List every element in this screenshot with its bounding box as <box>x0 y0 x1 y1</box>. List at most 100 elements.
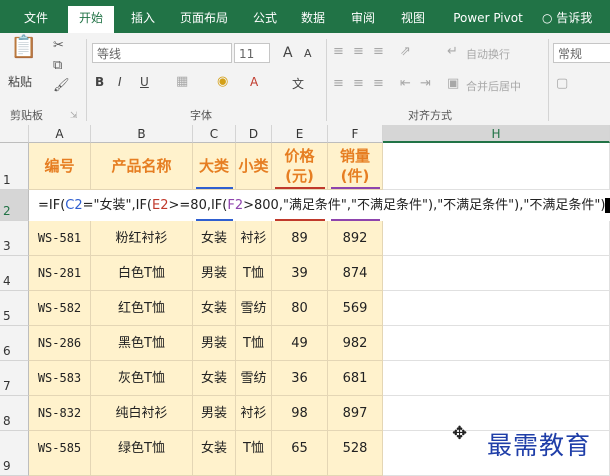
align-right-icon[interactable]: ≡ <box>373 77 384 91</box>
tab-file[interactable]: 文件 <box>18 8 54 33</box>
id-cell[interactable]: WS-583 <box>29 361 91 396</box>
row-header-7[interactable]: 7 <box>0 361 29 396</box>
font-color-button[interactable]: A <box>250 75 258 89</box>
subcategory-cell[interactable]: T恤 <box>236 256 272 291</box>
price-cell[interactable]: 49 <box>272 326 328 361</box>
row-header-8[interactable]: 8 <box>0 396 29 431</box>
font-size-select[interactable]: 11 <box>234 43 270 63</box>
subcategory-cell[interactable]: T恤 <box>236 431 272 476</box>
row-header-4[interactable]: 4 <box>0 256 29 291</box>
number-format-select[interactable]: 常规 <box>553 43 610 63</box>
tab-power-pivot[interactable]: Power Pivot <box>446 8 530 33</box>
sales-cell[interactable]: 681 <box>328 361 383 396</box>
tell-me-search[interactable]: ○ 告诉我 <box>542 8 610 33</box>
border-icon[interactable]: ▦ <box>176 75 188 89</box>
underline-button[interactable]: U <box>140 75 149 89</box>
price-cell[interactable]: 80 <box>272 291 328 326</box>
paste-icon[interactable]: 📋 <box>10 37 37 59</box>
id-cell[interactable]: NS-286 <box>29 326 91 361</box>
align-left-icon[interactable]: ≡ <box>333 77 344 91</box>
tab-view[interactable]: 视图 <box>395 8 431 33</box>
grow-font-button[interactable]: A <box>283 45 293 61</box>
col-header-b[interactable]: B <box>91 125 193 143</box>
merge-center-button[interactable]: 合并后居中 <box>466 78 521 94</box>
row-header-1[interactable]: 1 <box>0 143 29 190</box>
subcategory-cell[interactable]: 衬衫 <box>236 396 272 431</box>
empty-cell[interactable] <box>383 221 610 256</box>
id-cell[interactable]: NS-281 <box>29 256 91 291</box>
price-cell[interactable]: 98 <box>272 396 328 431</box>
decrease-indent-icon[interactable]: ⇤ <box>400 77 411 91</box>
row-header-3[interactable]: 3 <box>0 221 29 256</box>
tab-insert[interactable]: 插入 <box>125 8 161 33</box>
col-header-h[interactable]: H <box>383 125 610 143</box>
empty-cell[interactable] <box>383 361 610 396</box>
product-cell[interactable]: 绿色T恤 <box>91 431 193 476</box>
price-cell[interactable]: 39 <box>272 256 328 291</box>
fill-color-icon[interactable]: ◉ <box>217 75 228 89</box>
sales-cell[interactable]: 528 <box>328 431 383 476</box>
currency-icon[interactable]: ▢ <box>556 77 568 91</box>
font-name-select[interactable]: 等线 <box>92 43 232 63</box>
category-cell[interactable]: 男装 <box>193 326 236 361</box>
wrap-text-button[interactable]: 自动换行 <box>466 46 510 62</box>
bold-button[interactable]: B <box>95 75 104 89</box>
empty-cell[interactable] <box>383 326 610 361</box>
product-cell[interactable]: 灰色T恤 <box>91 361 193 396</box>
subcategory-cell[interactable]: 雪纺 <box>236 361 272 396</box>
product-cell[interactable]: 纯白衬衫 <box>91 396 193 431</box>
id-cell[interactable]: WS-585 <box>29 431 91 476</box>
row-header-9[interactable]: 9 <box>0 431 29 476</box>
id-cell[interactable]: WS-581 <box>29 221 91 256</box>
dialog-launcher-icon[interactable]: ⇲ <box>70 109 78 123</box>
phonetic-button[interactable]: 文 <box>292 75 304 92</box>
copy-icon[interactable]: ⧉ <box>53 59 62 73</box>
header-cell-sales[interactable]: 销量 (件) <box>328 143 383 190</box>
sales-cell[interactable]: 569 <box>328 291 383 326</box>
category-cell[interactable]: 女装 <box>193 431 236 476</box>
sales-cell[interactable]: 982 <box>328 326 383 361</box>
product-cell[interactable]: 红色T恤 <box>91 291 193 326</box>
sales-cell[interactable]: 897 <box>328 396 383 431</box>
tab-formulas[interactable]: 公式 <box>247 8 283 33</box>
id-cell[interactable]: NS-832 <box>29 396 91 431</box>
product-cell[interactable]: 白色T恤 <box>91 256 193 291</box>
subcategory-cell[interactable]: T恤 <box>236 326 272 361</box>
empty-cell[interactable] <box>383 256 610 291</box>
select-all-corner[interactable] <box>0 125 29 143</box>
row-header-5[interactable]: 5 <box>0 291 29 326</box>
price-cell[interactable]: 89 <box>272 221 328 256</box>
header-cell-id[interactable]: 编号 <box>29 143 91 190</box>
empty-cell[interactable] <box>383 143 610 190</box>
empty-cell[interactable] <box>383 291 610 326</box>
row-header-2[interactable]: 2 <box>0 190 29 221</box>
paste-button[interactable]: 粘贴 <box>8 73 32 90</box>
align-bottom-icon[interactable]: ≡ <box>373 45 384 59</box>
subcategory-cell[interactable]: 雪纺 <box>236 291 272 326</box>
wrap-text-icon[interactable]: ↵ <box>447 45 458 59</box>
category-cell[interactable]: 女装 <box>193 221 236 256</box>
category-cell[interactable]: 女装 <box>193 361 236 396</box>
orientation-icon[interactable]: ⇗ <box>400 45 411 59</box>
col-header-e[interactable]: E <box>272 125 328 143</box>
formula-cell-editor[interactable]: =IF(C2="女装",IF(E2>=80,IF(F2>800,"满足条件","… <box>29 190 610 221</box>
sales-cell[interactable]: 892 <box>328 221 383 256</box>
product-cell[interactable]: 粉红衬衫 <box>91 221 193 256</box>
tab-data[interactable]: 数据 <box>295 8 331 33</box>
category-cell[interactable]: 女装 <box>193 291 236 326</box>
price-cell[interactable]: 36 <box>272 361 328 396</box>
italic-button[interactable]: I <box>118 75 122 89</box>
row-header-6[interactable]: 6 <box>0 326 29 361</box>
align-top-icon[interactable]: ≡ <box>333 45 344 59</box>
cut-icon[interactable]: ✂ <box>53 39 64 53</box>
header-cell-subcategory[interactable]: 小类 <box>236 143 272 190</box>
format-painter-icon[interactable]: 🖌 <box>53 79 70 93</box>
header-cell-price[interactable]: 价格 (元) <box>272 143 328 190</box>
shrink-font-button[interactable]: A <box>304 47 312 60</box>
header-cell-category[interactable]: 大类 <box>193 143 236 190</box>
header-cell-product[interactable]: 产品名称 <box>91 143 193 190</box>
merge-icon[interactable]: ▣ <box>447 77 459 91</box>
align-center-icon[interactable]: ≡ <box>353 77 364 91</box>
col-header-f[interactable]: F <box>328 125 383 143</box>
sales-cell[interactable]: 874 <box>328 256 383 291</box>
